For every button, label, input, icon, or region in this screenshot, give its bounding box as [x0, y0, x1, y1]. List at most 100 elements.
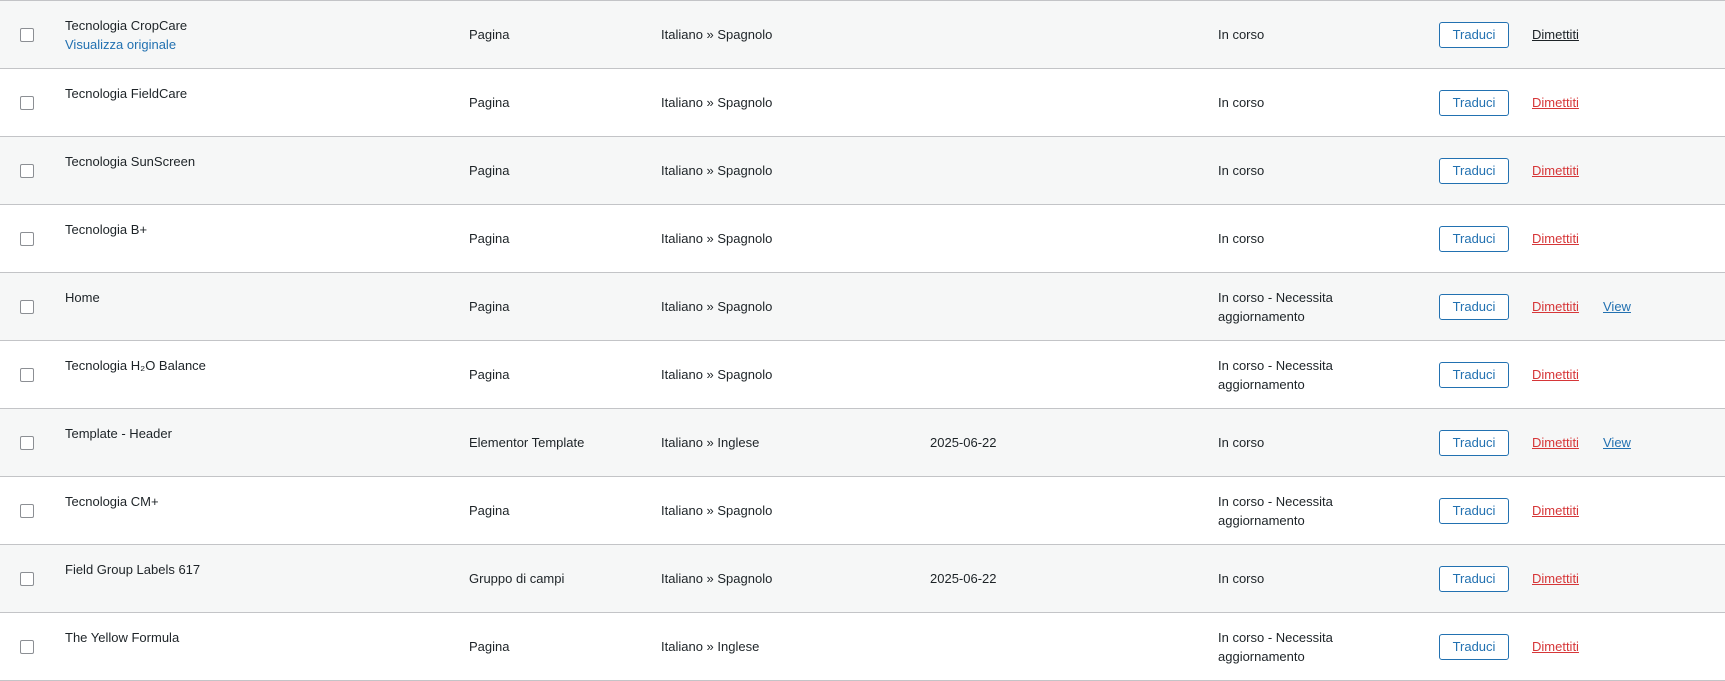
translate-button[interactable]: Traduci	[1439, 565, 1509, 592]
job-type: Pagina	[469, 163, 510, 178]
title-cell: Tecnologia B+	[65, 221, 147, 239]
job-deadline: 2025-06-22	[930, 571, 997, 586]
title-cell: Field Group Labels 617	[65, 561, 200, 579]
resign-cell: Dimettiti	[1532, 409, 1579, 476]
translate-button[interactable]: Traduci	[1439, 361, 1509, 388]
table-row: Tecnologia FieldCare Pagina Italiano » Spa…	[0, 69, 1725, 137]
job-languages: Italiano » Spagnolo	[661, 367, 773, 382]
table-row: Tecnologia CropCare Visualizza originale P…	[0, 1, 1725, 69]
job-languages: Italiano » Spagnolo	[661, 27, 773, 42]
table-row: Tecnologia CM+ Pagina Italiano » Spagnolo I…	[0, 477, 1725, 545]
row-checkbox[interactable]	[20, 163, 34, 178]
translate-cell: Traduci	[1439, 477, 1509, 544]
row-checkbox[interactable]	[20, 27, 34, 42]
resign-link[interactable]: Dimettiti	[1532, 435, 1579, 450]
resign-link[interactable]: Dimettiti	[1532, 571, 1579, 586]
job-status: In corso	[1218, 95, 1265, 110]
row-checkbox[interactable]	[20, 299, 34, 314]
job-languages: Italiano » Inglese	[661, 435, 760, 450]
job-status: In corso	[1218, 435, 1265, 450]
job-title: Field Group Labels 617	[65, 562, 201, 577]
row-checkbox[interactable]	[20, 367, 34, 382]
job-status: In corso	[1218, 231, 1265, 246]
resign-link[interactable]: Dimettiti	[1532, 27, 1579, 42]
resign-link[interactable]: Dimettiti	[1532, 639, 1579, 654]
job-type: Elementor Template	[469, 435, 585, 450]
resign-link[interactable]: Dimettiti	[1532, 231, 1579, 246]
job-title: Tecnologia CM+	[65, 494, 159, 509]
title-cell: The Yellow Formula	[65, 629, 179, 647]
job-status: In corso - Necessita aggiornamento	[1218, 357, 1333, 392]
title-cell: Home	[65, 289, 100, 307]
row-select-cell	[20, 1, 34, 68]
title-cell: Tecnologia SunScreen	[65, 153, 195, 171]
job-type: Gruppo di campi	[469, 571, 565, 586]
job-title: Tecnologia B+	[65, 222, 148, 237]
job-type: Pagina	[469, 299, 510, 314]
resign-link[interactable]: Dimettiti	[1532, 163, 1579, 178]
resign-link[interactable]: Dimettiti	[1532, 95, 1579, 110]
title-cell: Template - Header	[65, 425, 172, 443]
job-languages: Italiano » Spagnolo	[661, 163, 773, 178]
translate-button[interactable]: Traduci	[1439, 293, 1509, 320]
job-type: Pagina	[469, 27, 510, 42]
job-languages: Italiano » Spagnolo	[661, 95, 773, 110]
row-checkbox[interactable]	[20, 231, 34, 246]
table-row: Field Group Labels 617 Gruppo di campi Ita…	[0, 545, 1725, 613]
row-checkbox[interactable]	[20, 503, 34, 518]
job-status: In corso - Necessita aggiornamento	[1218, 629, 1333, 664]
translate-cell: Traduci	[1439, 137, 1509, 204]
job-languages: Italiano » Spagnolo	[661, 503, 773, 518]
title-cell: Tecnologia FieldCare	[65, 85, 187, 103]
translate-button[interactable]: Traduci	[1439, 633, 1509, 660]
job-languages: Italiano » Spagnolo	[661, 231, 773, 246]
table-row: Tecnologia H₂O Balance Pagina Italiano » S…	[0, 341, 1725, 409]
translate-button[interactable]: Traduci	[1439, 89, 1509, 116]
job-status: In corso - Necessita aggiornamento	[1218, 493, 1333, 528]
row-select-cell	[20, 409, 34, 476]
translation-jobs-table: Tecnologia CropCare Visualizza originale P…	[0, 0, 1725, 681]
view-link[interactable]: View	[1603, 299, 1631, 314]
row-checkbox[interactable]	[20, 571, 34, 586]
translate-button[interactable]: Traduci	[1439, 225, 1509, 252]
row-checkbox[interactable]	[20, 95, 34, 110]
row-checkbox[interactable]	[20, 435, 34, 450]
translate-button[interactable]: Traduci	[1439, 21, 1509, 48]
job-title: Tecnologia SunScreen	[65, 154, 196, 169]
translate-cell: Traduci	[1439, 69, 1509, 136]
translate-button[interactable]: Traduci	[1439, 429, 1509, 456]
job-languages: Italiano » Inglese	[661, 639, 760, 654]
job-status: In corso - Necessita aggiornamento	[1218, 289, 1333, 324]
row-select-cell	[20, 341, 34, 408]
job-status: In corso	[1218, 27, 1265, 42]
job-title: Tecnologia CropCare	[65, 18, 188, 33]
resign-cell: Dimettiti	[1532, 613, 1579, 680]
translate-cell: Traduci	[1439, 613, 1509, 680]
view-cell: View	[1603, 409, 1631, 476]
translate-button[interactable]: Traduci	[1439, 497, 1509, 524]
resign-cell: Dimettiti	[1532, 477, 1579, 544]
view-original-link[interactable]: Visualizza originale	[65, 36, 187, 54]
table-row: Home Pagina Italiano » Spagnolo In corso - …	[0, 273, 1725, 341]
resign-cell: Dimettiti	[1532, 205, 1579, 272]
job-title: Template - Header	[65, 426, 172, 441]
resign-link[interactable]: Dimettiti	[1532, 367, 1579, 382]
row-select-cell	[20, 69, 34, 136]
job-title: Tecnologia H₂O Balance	[65, 358, 206, 373]
job-title: The Yellow Formula	[65, 630, 180, 645]
title-cell: Tecnologia CM+	[65, 493, 159, 511]
job-status: In corso	[1218, 571, 1265, 586]
translate-cell: Traduci	[1439, 1, 1509, 68]
row-select-cell	[20, 613, 34, 680]
resign-link[interactable]: Dimettiti	[1532, 503, 1579, 518]
translate-button[interactable]: Traduci	[1439, 157, 1509, 184]
job-type: Pagina	[469, 367, 510, 382]
row-checkbox[interactable]	[20, 639, 34, 654]
row-select-cell	[20, 273, 34, 340]
view-link[interactable]: View	[1603, 435, 1631, 450]
resign-link[interactable]: Dimettiti	[1532, 299, 1579, 314]
job-title: Home	[65, 290, 100, 305]
translate-cell: Traduci	[1439, 273, 1509, 340]
translate-cell: Traduci	[1439, 341, 1509, 408]
resign-cell: Dimettiti	[1532, 69, 1579, 136]
